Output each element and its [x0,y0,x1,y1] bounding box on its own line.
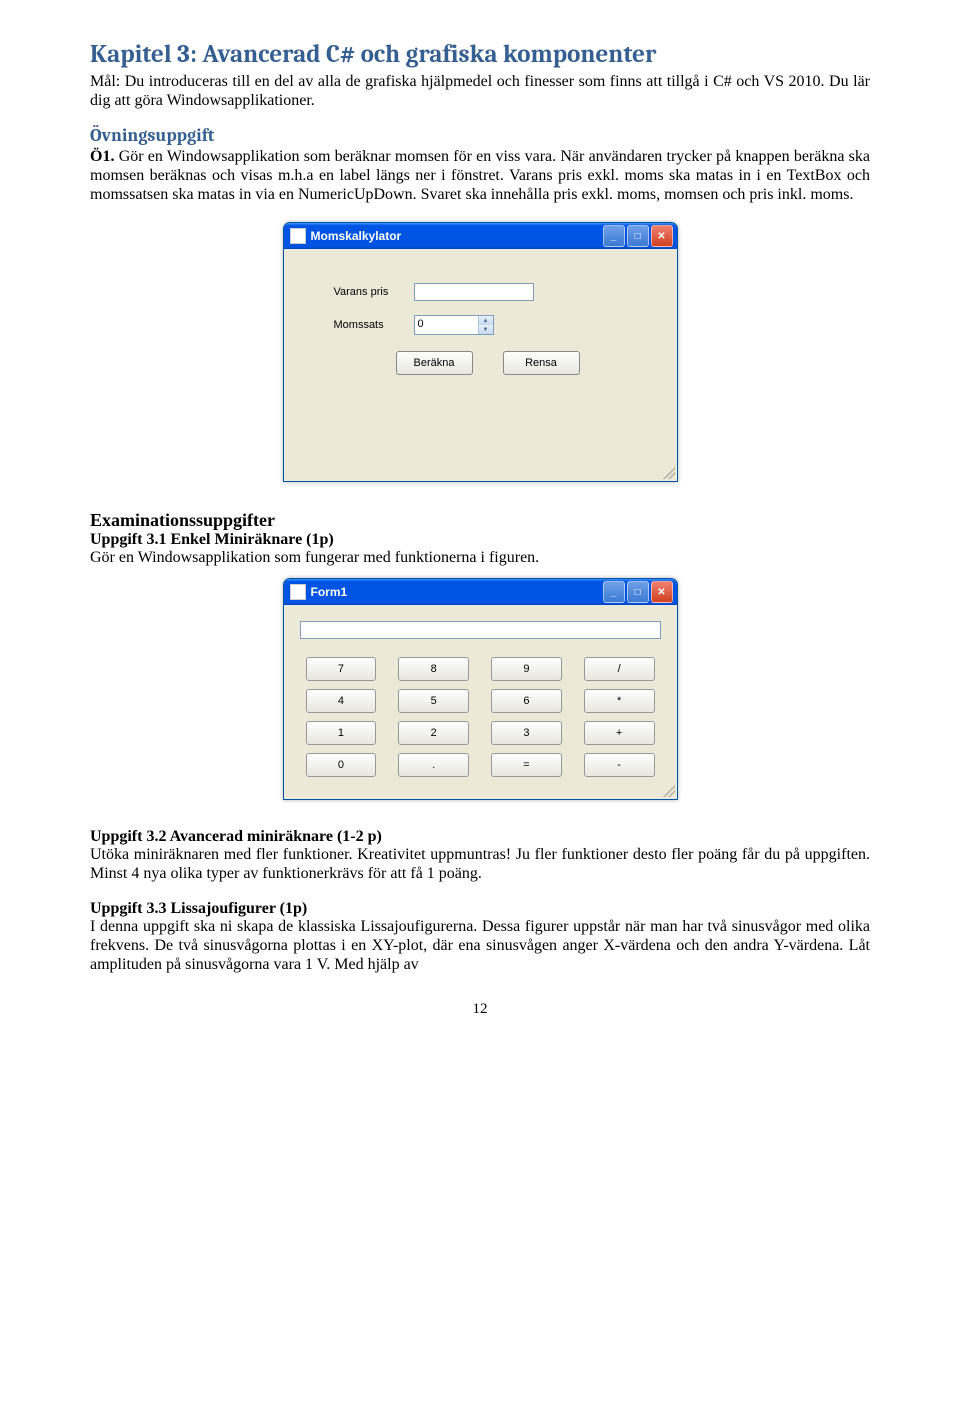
calc-key[interactable]: 7 [306,657,377,681]
window-body: Varans pris Momssats 0 ▲ ▼ Beräkna Rensa [284,249,677,481]
calc-key[interactable]: * [584,689,655,713]
app-icon [290,584,306,600]
minimize-button[interactable]: _ [603,581,625,603]
moms-window: Momskalkylator _ □ ✕ Varans pris Momssat… [283,222,678,482]
calc-key[interactable]: 8 [398,657,469,681]
spin-down-icon[interactable]: ▼ [479,325,493,334]
spin-up-icon[interactable]: ▲ [479,316,493,325]
chapter-title: Kapitel 3: Avancerad C# och grafiska kom… [90,40,870,69]
u31-text: Gör en Windowsapplikation som fungerar m… [90,549,870,568]
calc-key[interactable]: = [491,753,562,777]
page-number: 12 [90,1001,870,1018]
calc-button[interactable]: Beräkna [396,351,473,375]
u32-text: Utöka miniräknaren med fler funktioner. … [90,846,870,884]
app-icon [290,228,306,244]
u33-title: Uppgift 3.3 Lissajoufigurer (1p) [90,900,870,918]
intro-text: Mål: Du introduceras till en del av alla… [90,73,870,111]
calc-key[interactable]: 0 [306,753,377,777]
calc-key[interactable]: 5 [398,689,469,713]
calc-window: Form1 _ □ ✕ 789 / 456 * 123 +0. =- [283,578,678,800]
o1-text: Gör en Windowsapplikation som beräknar m… [90,148,870,203]
maximize-button[interactable]: □ [627,225,649,247]
u31-title: Uppgift 3.1 Enkel Miniräknare (1p) [90,531,870,549]
window-title: Momskalkylator [311,229,601,243]
o1-label: Ö1. [90,148,114,165]
price-label: Varans pris [334,286,414,298]
calc-key[interactable]: . [398,753,469,777]
calc-key[interactable]: - [584,753,655,777]
price-input[interactable] [414,283,534,301]
ovning-heading: Övningsuppgift [90,125,870,146]
key-grid: 789 / 456 * 123 +0. =- [300,657,661,777]
u33-text: I denna uppgift ska ni skapa de klassisk… [90,918,870,975]
close-button[interactable]: ✕ [651,581,673,603]
o1-paragraph: Ö1. Gör en Windowsapplikation som beräkn… [90,148,870,205]
calc-key[interactable]: / [584,657,655,681]
calc-key[interactable]: 4 [306,689,377,713]
u32-title: Uppgift 3.2 Avancerad miniräknare (1-2 p… [90,828,870,846]
calc-key[interactable]: 3 [491,721,562,745]
calc-display[interactable] [300,621,661,639]
rate-label: Momssats [334,319,414,331]
calc-key[interactable]: + [584,721,655,745]
maximize-button[interactable]: □ [627,581,649,603]
resize-grip-icon[interactable] [663,785,675,797]
minimize-button[interactable]: _ [603,225,625,247]
resize-grip-icon[interactable] [663,467,675,479]
calc-key[interactable]: 2 [398,721,469,745]
window-title: Form1 [311,585,601,599]
clear-button[interactable]: Rensa [503,351,580,375]
titlebar[interactable]: Form1 _ □ ✕ [284,579,677,605]
titlebar[interactable]: Momskalkylator _ □ ✕ [284,223,677,249]
rate-value[interactable]: 0 [415,316,478,334]
exams-heading: Examinationssuppgifter [90,510,870,531]
close-button[interactable]: ✕ [651,225,673,247]
calc-key[interactable]: 9 [491,657,562,681]
calc-key[interactable]: 6 [491,689,562,713]
calc-key[interactable]: 1 [306,721,377,745]
rate-numeric-updown[interactable]: 0 ▲ ▼ [414,315,494,335]
window-body: 789 / 456 * 123 +0. =- [284,605,677,799]
